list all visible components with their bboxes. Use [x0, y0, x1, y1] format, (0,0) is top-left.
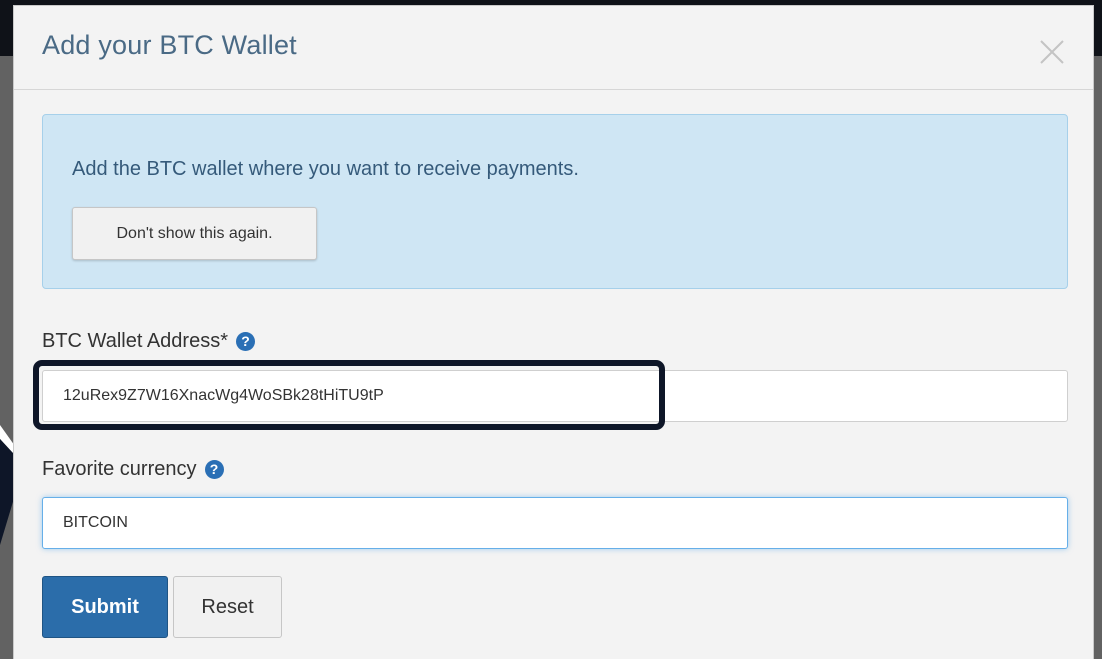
- favorite-currency-label-text: Favorite currency: [42, 458, 197, 480]
- add-wallet-modal: Add your BTC Wallet Add the BTC wallet w…: [13, 5, 1094, 659]
- favorite-currency-input[interactable]: [42, 497, 1068, 549]
- wallet-address-label-text: BTC Wallet Address*: [42, 330, 228, 352]
- alert-message: Add the BTC wallet where you want to rec…: [72, 158, 579, 180]
- close-icon[interactable]: [1037, 37, 1067, 67]
- question-circle-icon[interactable]: ?: [236, 332, 255, 351]
- wallet-address-label: BTC Wallet Address* ?: [42, 330, 255, 353]
- submit-button[interactable]: Submit: [42, 576, 168, 638]
- modal-header: Add your BTC Wallet: [14, 6, 1093, 90]
- info-alert: Add the BTC wallet where you want to rec…: [42, 114, 1068, 289]
- dont-show-again-button[interactable]: Don't show this again.: [72, 207, 317, 260]
- wallet-address-input[interactable]: [42, 370, 1068, 422]
- reset-button[interactable]: Reset: [173, 576, 282, 638]
- question-circle-icon[interactable]: ?: [204, 460, 224, 479]
- favorite-currency-label: Favorite currency ?: [42, 458, 224, 481]
- modal-title: Add your BTC Wallet: [42, 30, 297, 60]
